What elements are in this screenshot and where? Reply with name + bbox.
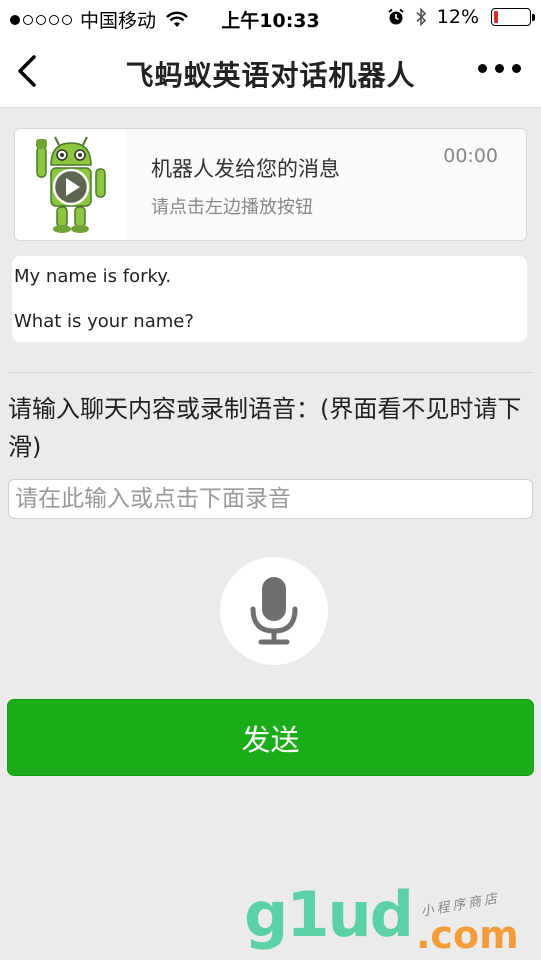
- battery-level: [494, 11, 498, 23]
- send-button[interactable]: 发送: [7, 699, 534, 776]
- more-button[interactable]: [478, 64, 521, 73]
- message-info: 机器人发给您的消息 请点击左边播放按钮 00:00: [127, 129, 526, 240]
- input-prompt: 请输入聊天内容或录制语音：(界面看不见时请下滑): [8, 395, 522, 461]
- battery-tip: [532, 14, 535, 21]
- robot-thumbnail: [36, 136, 106, 233]
- chat-input[interactable]: [8, 479, 533, 519]
- reply-line: My name is forky.: [14, 266, 172, 287]
- microphone-icon: [250, 577, 298, 645]
- reply-line: What is your name?: [14, 311, 194, 332]
- message-duration: 00:00: [443, 145, 498, 167]
- robot-text-reply: My name is forky. What is your name?: [12, 256, 527, 342]
- robot-message-card: 机器人发给您的消息 请点击左边播放按钮 00:00: [14, 128, 527, 241]
- page-title: 飞蚂蚁英语对话机器人: [125, 59, 416, 92]
- message-title: 机器人发给您的消息: [151, 157, 340, 181]
- bluetooth-icon: [416, 7, 426, 27]
- message-subtitle: 请点击左边播放按钮: [151, 197, 313, 218]
- more-dot: [512, 64, 521, 73]
- nav-bar: 飞蚂蚁英语对话机器人: [0, 34, 541, 108]
- play-voice-button[interactable]: [15, 129, 127, 240]
- divider: [8, 372, 533, 373]
- watermark-domain: .com: [416, 913, 519, 957]
- alarm-icon: [388, 8, 404, 25]
- status-bar: 中国移动 上午10:33 12%: [0, 0, 541, 34]
- more-dot: [495, 64, 504, 73]
- watermark: g1ud 小程序商店 .com: [240, 880, 540, 960]
- battery-icon: [491, 8, 535, 26]
- watermark-brand: g1ud: [244, 878, 414, 951]
- battery-percent: 12%: [436, 6, 479, 28]
- status-right: 12%: [387, 6, 535, 28]
- record-voice-button[interactable]: [220, 557, 328, 665]
- more-dot: [478, 64, 487, 73]
